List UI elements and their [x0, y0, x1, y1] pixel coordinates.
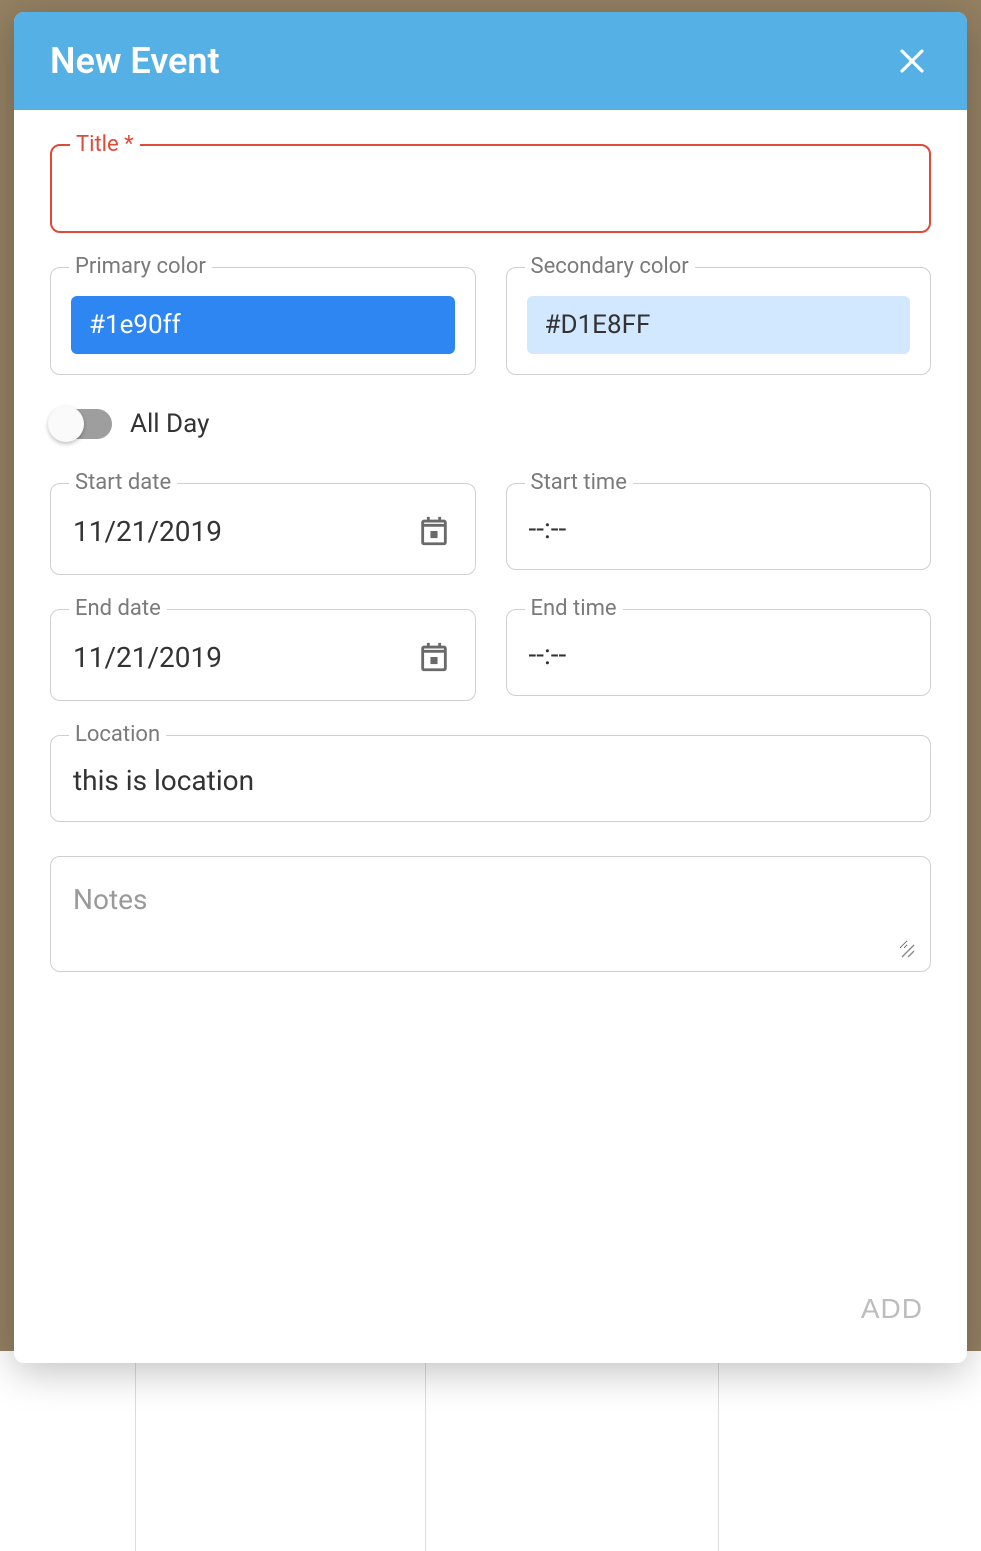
background-calendar: [0, 1351, 981, 1551]
end-date-label: End date: [69, 596, 167, 621]
title-label: Title *: [70, 132, 140, 157]
modal-footer: ADD: [14, 1261, 967, 1363]
calendar-icon[interactable]: [415, 512, 453, 550]
modal-header: New Event: [14, 12, 967, 110]
notes-field: [50, 856, 931, 972]
start-date-input[interactable]: [73, 515, 415, 548]
close-icon: [897, 46, 927, 76]
end-date-field: End date: [50, 609, 476, 701]
end-time-label: End time: [525, 596, 623, 621]
primary-color-swatch[interactable]: #1e90ff: [71, 296, 455, 354]
location-label: Location: [69, 722, 166, 747]
add-button[interactable]: ADD: [857, 1285, 927, 1333]
toggle-knob: [48, 406, 84, 442]
secondary-color-label: Secondary color: [525, 254, 695, 279]
title-input[interactable]: [74, 174, 907, 207]
location-input[interactable]: [73, 764, 908, 797]
end-date-input[interactable]: [73, 641, 415, 674]
primary-color-label: Primary color: [69, 254, 212, 279]
secondary-color-swatch[interactable]: #D1E8FF: [527, 296, 911, 354]
close-button[interactable]: [893, 42, 931, 80]
start-time-label: Start time: [525, 470, 633, 495]
start-date-label: Start date: [69, 470, 177, 495]
all-day-toggle[interactable]: [50, 409, 112, 439]
modal-title: New Event: [50, 40, 220, 82]
modal-body: Title * Primary color #1e90ff Secondary …: [14, 110, 967, 1261]
secondary-color-field: Secondary color #D1E8FF: [506, 267, 932, 375]
notes-input[interactable]: [73, 883, 908, 949]
end-time-field: End time: [506, 609, 932, 701]
new-event-modal: New Event Title * Primary color #1e90ff: [14, 12, 967, 1363]
all-day-label: All Day: [130, 409, 209, 439]
start-date-field: Start date: [50, 483, 476, 575]
start-time-input[interactable]: [529, 512, 909, 545]
start-time-field: Start time: [506, 483, 932, 575]
location-field: Location: [50, 735, 931, 822]
all-day-row: All Day: [50, 409, 931, 439]
end-time-input[interactable]: [529, 638, 909, 671]
title-field: Title *: [50, 144, 931, 233]
calendar-icon[interactable]: [415, 638, 453, 676]
primary-color-field: Primary color #1e90ff: [50, 267, 476, 375]
